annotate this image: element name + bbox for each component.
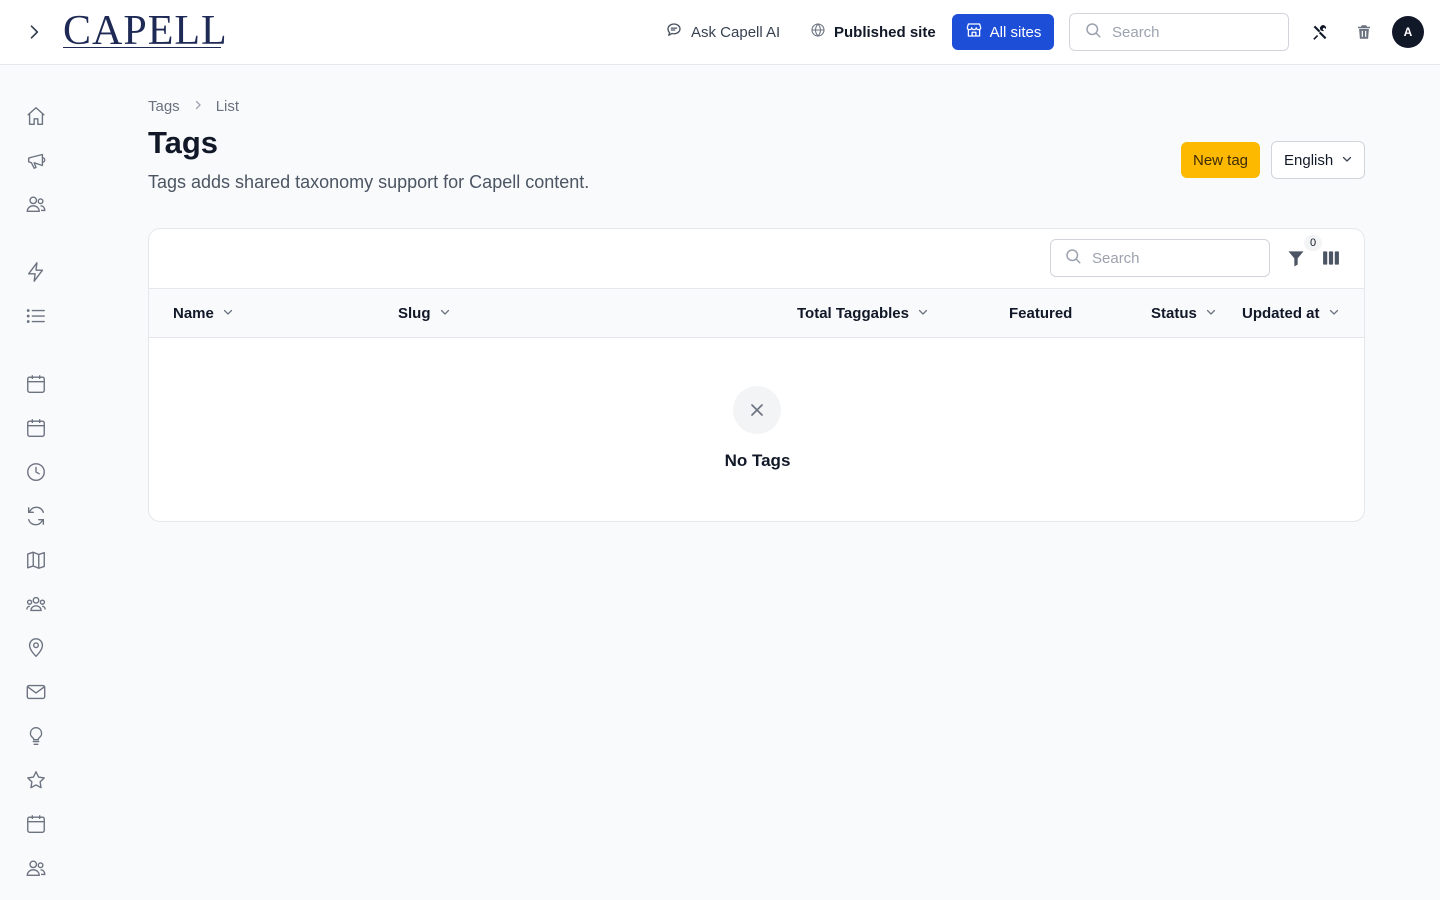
list-icon[interactable] [24, 304, 48, 328]
empty-state-title: No Tags [724, 451, 791, 470]
clock-icon[interactable] [24, 460, 48, 484]
new-tag-button[interactable]: New tag [1181, 142, 1260, 178]
breadcrumb-tags[interactable]: Tags [148, 98, 180, 115]
published-site-link[interactable]: Published site [810, 20, 936, 44]
column-total-taggables-label: Total Taggables [797, 304, 909, 322]
column-slug-label: Slug [398, 304, 431, 322]
chevron-down-icon [1341, 152, 1353, 169]
column-name[interactable]: Name [173, 289, 234, 337]
column-name-label: Name [173, 304, 214, 322]
users-alt-icon[interactable] [24, 856, 48, 880]
page-title: Tags [148, 125, 219, 160]
filter-icon[interactable] [1284, 246, 1308, 270]
users-icon[interactable] [24, 192, 48, 216]
calendar-icon[interactable] [24, 372, 48, 396]
empty-state-icon [733, 386, 781, 434]
chevron-down-icon [439, 305, 451, 322]
map-icon[interactable] [24, 548, 48, 572]
chat-bubble-icon [665, 21, 683, 43]
published-site-label: Published site [834, 23, 936, 41]
chevron-right-icon [192, 98, 204, 115]
ask-ai-label: Ask Capell AI [691, 23, 781, 41]
tools-icon[interactable] [1308, 20, 1332, 44]
global-search[interactable] [1069, 13, 1289, 51]
column-featured-label: Featured [1009, 304, 1073, 322]
map-pin-icon[interactable] [24, 636, 48, 660]
top-bar: CAPELL Ask Capell AI Published site All … [0, 0, 1440, 65]
columns-icon[interactable] [1319, 246, 1343, 270]
trash-icon[interactable] [1352, 20, 1376, 44]
all-sites-label: All sites [989, 23, 1042, 41]
chevron-down-icon [917, 305, 929, 322]
storefront-icon [965, 21, 983, 43]
language-select[interactable]: English [1271, 141, 1365, 179]
megaphone-icon[interactable] [24, 148, 48, 172]
search-icon [1064, 247, 1082, 270]
column-status[interactable]: Status [1151, 289, 1217, 337]
tags-table: 0 Name Slug Total Taggables Featured Sta… [148, 228, 1365, 522]
bolt-icon[interactable] [24, 260, 48, 284]
user-group-icon[interactable] [24, 592, 48, 616]
column-updated-at-label: Updated at [1242, 304, 1320, 322]
all-sites-button[interactable]: All sites [952, 14, 1054, 50]
breadcrumb: Tags List [148, 96, 239, 116]
calendar-grid-icon[interactable] [24, 416, 48, 440]
language-select-value: English [1284, 151, 1334, 169]
globe-icon [810, 22, 826, 42]
table-search[interactable] [1050, 239, 1270, 277]
home-icon[interactable] [24, 104, 48, 128]
avatar[interactable]: A [1392, 16, 1424, 48]
page-description: Tags adds shared taxonomy support for Ca… [148, 172, 590, 192]
chevron-down-icon [222, 305, 234, 322]
table-header: Name Slug Total Taggables Featured Statu… [149, 288, 1364, 338]
column-status-label: Status [1151, 304, 1197, 322]
ask-ai-link[interactable]: Ask Capell AI [665, 20, 780, 44]
global-search-input[interactable] [1112, 23, 1272, 41]
column-updated-at[interactable]: Updated at [1242, 289, 1340, 337]
column-featured: Featured [1009, 289, 1072, 337]
envelope-icon[interactable] [24, 680, 48, 704]
sidebar-toggle-chevron-right-icon[interactable] [22, 20, 46, 44]
calendar-days-icon[interactable] [24, 812, 48, 836]
column-slug[interactable]: Slug [398, 289, 451, 337]
lightbulb-icon[interactable] [24, 724, 48, 748]
column-total-taggables[interactable]: Total Taggables [797, 289, 929, 337]
breadcrumb-list: List [215, 97, 240, 115]
chevron-down-icon [1328, 305, 1340, 322]
logo-underline [63, 47, 221, 48]
table-search-input[interactable] [1092, 249, 1252, 267]
chevron-down-icon [1205, 305, 1217, 322]
star-icon[interactable] [24, 768, 48, 792]
logo[interactable]: CAPELL [63, 10, 227, 52]
logo-text: CAPELL [63, 8, 228, 54]
search-icon [1084, 21, 1102, 44]
refresh-icon[interactable] [24, 504, 48, 528]
